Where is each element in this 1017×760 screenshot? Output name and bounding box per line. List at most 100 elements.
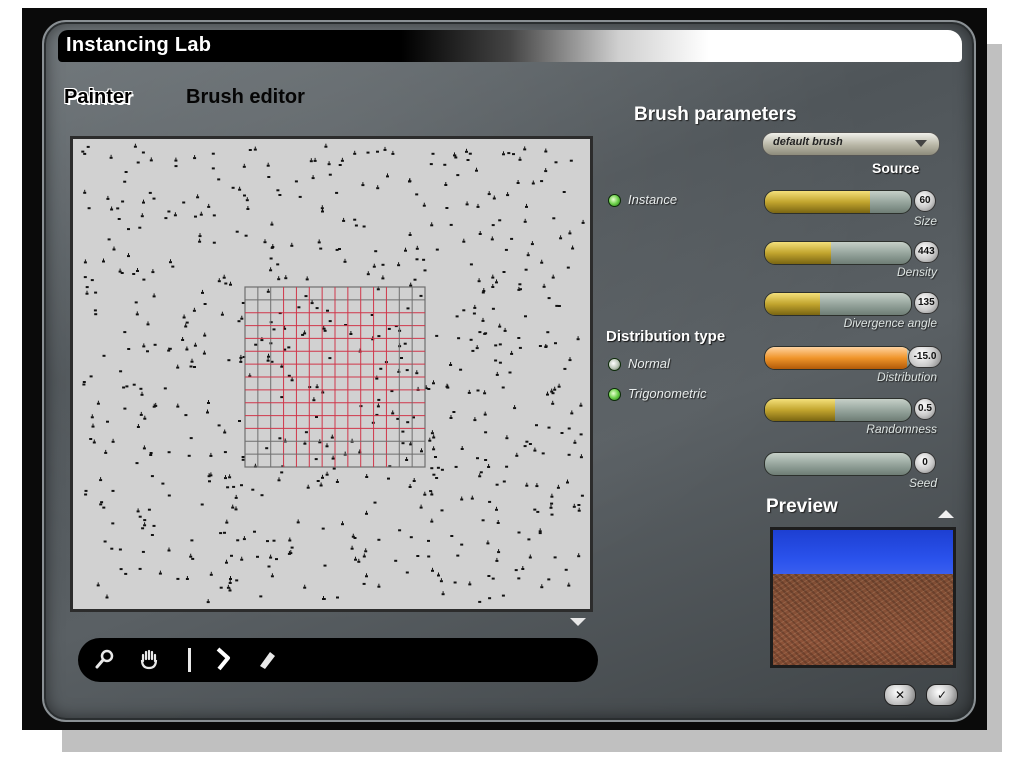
instance-point — [535, 483, 539, 488]
instance-point — [127, 253, 130, 258]
randomness-slider[interactable] — [764, 398, 912, 422]
tab-brush-editor[interactable]: Brush editor — [186, 86, 305, 109]
instance-point — [321, 527, 325, 530]
instance-point — [465, 148, 468, 153]
instance-point — [455, 315, 459, 318]
instance-point — [546, 331, 550, 334]
instance-point — [276, 189, 280, 192]
instance-point — [571, 245, 575, 250]
divergence-angle-slider[interactable] — [764, 292, 912, 316]
size-slider[interactable] — [764, 190, 912, 214]
instance-point — [241, 456, 245, 458]
instance-point — [109, 154, 113, 159]
collapse-preview-icon[interactable] — [938, 510, 954, 518]
instance-point — [362, 582, 366, 585]
cancel-button[interactable]: ✕ — [884, 684, 916, 706]
instance-point — [84, 493, 88, 496]
density-slider[interactable] — [764, 241, 912, 265]
instance-point — [118, 268, 122, 273]
instance-point — [238, 420, 241, 422]
instance-point — [174, 157, 178, 162]
instance-point — [241, 302, 245, 304]
canvas-scroll-down-icon[interactable] — [570, 618, 586, 626]
instance-point — [248, 149, 252, 151]
instance-point — [387, 327, 391, 330]
brush-parameters-heading: Brush parameters — [634, 104, 797, 125]
pan-hand-icon[interactable] — [136, 646, 162, 672]
instance-point — [117, 218, 121, 220]
instance-point — [419, 294, 423, 297]
distribution-slider[interactable] — [764, 346, 912, 370]
painter-canvas[interactable] — [70, 136, 593, 612]
instance-point — [362, 225, 366, 228]
brush-stroke-icon[interactable] — [210, 646, 236, 672]
instance-point — [223, 429, 227, 434]
instance-point — [176, 577, 180, 580]
instance-point — [163, 387, 167, 390]
instance-point — [491, 284, 495, 288]
instance-point — [466, 159, 470, 161]
tab-painter[interactable]: Painter — [64, 86, 132, 109]
instance-point — [142, 343, 146, 348]
instance-point — [496, 520, 500, 524]
brush-select-dropdown[interactable]: default brush — [762, 132, 940, 156]
instance-point — [82, 383, 86, 386]
instance-point — [149, 157, 153, 162]
instance-point — [472, 312, 476, 315]
instance-point — [260, 337, 264, 342]
eraser-icon[interactable] — [254, 646, 280, 672]
instance-point — [503, 327, 507, 332]
instance-point — [434, 456, 437, 458]
instance-point — [319, 247, 323, 250]
instance-point — [123, 180, 127, 183]
instance-point — [253, 146, 257, 151]
randomness-value: 0.5 — [914, 398, 936, 420]
instance-point — [315, 307, 319, 310]
seed-value: 0 — [914, 452, 936, 474]
instance-point — [562, 191, 566, 193]
instance-point — [462, 238, 466, 243]
instance-point — [280, 471, 284, 474]
instance-point — [150, 475, 154, 478]
distribution-label: Distribution — [876, 370, 937, 384]
instance-point — [398, 529, 402, 532]
instance-point — [140, 391, 144, 396]
instance-point — [153, 343, 157, 346]
instance-point — [405, 457, 409, 461]
instance-point — [111, 438, 115, 443]
instance-point — [173, 212, 177, 217]
instance-point — [415, 370, 419, 375]
instance-point — [181, 337, 185, 341]
confirm-button[interactable]: ✓ — [926, 684, 958, 706]
instance-point — [152, 293, 156, 298]
instance-point — [495, 483, 499, 486]
instance-point — [487, 464, 491, 468]
instance-point — [564, 568, 568, 571]
instance-point — [456, 174, 460, 177]
instance-point — [445, 207, 449, 209]
instance-point — [538, 532, 542, 535]
instance-point — [577, 507, 581, 512]
instance-point — [147, 508, 151, 511]
instance-point — [152, 524, 156, 527]
instance-point — [228, 474, 232, 479]
instance-point — [377, 398, 381, 401]
instance-point — [278, 194, 282, 196]
instance-point — [579, 454, 583, 459]
instance-point — [494, 344, 498, 347]
instance-point — [456, 554, 460, 557]
instance-point — [185, 576, 189, 580]
instance-point — [460, 446, 464, 450]
instance-point — [549, 504, 553, 509]
instance-point — [270, 246, 274, 249]
instance-point — [390, 390, 394, 393]
zoom-icon[interactable] — [92, 646, 118, 672]
instance-point — [82, 381, 86, 383]
seed-slider[interactable] — [764, 452, 912, 476]
instance-point — [193, 155, 197, 160]
instance-point — [187, 454, 191, 457]
instance-point — [169, 259, 172, 264]
instance-point — [430, 430, 434, 435]
instance-point — [440, 509, 444, 512]
instance-point — [275, 558, 278, 561]
